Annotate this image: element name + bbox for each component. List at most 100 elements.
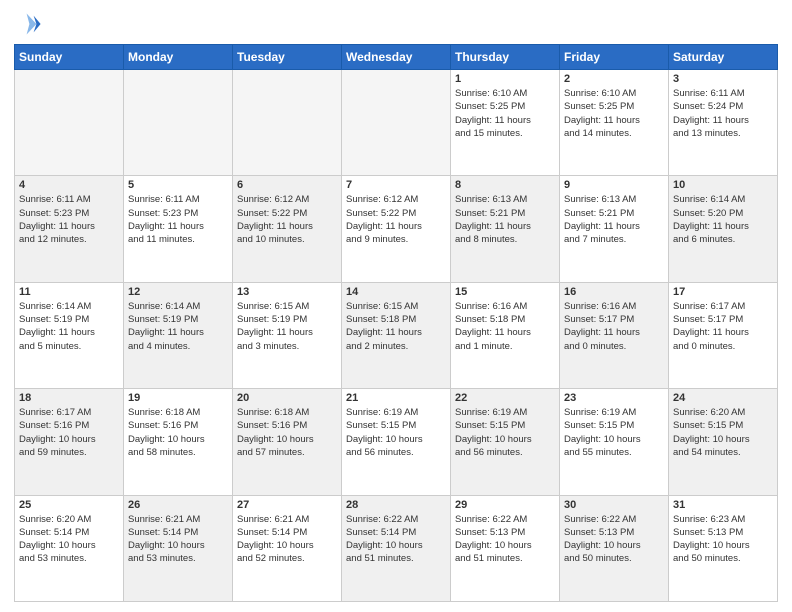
day-info: Sunrise: 6:15 AMSunset: 5:18 PMDaylight:…	[346, 300, 446, 353]
weekday-header-monday: Monday	[124, 45, 233, 70]
day-info: Sunrise: 6:22 AMSunset: 5:14 PMDaylight:…	[346, 513, 446, 566]
calendar-cell: 16Sunrise: 6:16 AMSunset: 5:17 PMDayligh…	[560, 282, 669, 388]
day-number: 15	[455, 286, 555, 298]
calendar-cell	[15, 70, 124, 176]
day-number: 4	[19, 179, 119, 191]
day-number: 18	[19, 392, 119, 404]
calendar-table: SundayMondayTuesdayWednesdayThursdayFrid…	[14, 44, 778, 602]
day-number: 31	[673, 499, 773, 511]
header	[14, 10, 778, 38]
calendar-cell: 20Sunrise: 6:18 AMSunset: 5:16 PMDayligh…	[233, 389, 342, 495]
day-number: 28	[346, 499, 446, 511]
day-number: 14	[346, 286, 446, 298]
calendar-cell: 28 Sunrise: 6:22 AMSunset: 5:14 PMDayligh…	[342, 495, 451, 601]
day-info: Sunrise: 6:14 AMSunset: 5:19 PMDaylight:…	[128, 300, 228, 353]
day-number: 24	[673, 392, 773, 404]
calendar-week-2: 11 Sunrise: 6:14 AMSunset: 5:19 PMDayligh…	[15, 282, 778, 388]
calendar-cell: 12 Sunrise: 6:14 AMSunset: 5:19 PMDayligh…	[124, 282, 233, 388]
calendar-cell: 25 Sunrise: 6:20 AMSunset: 5:14 PMDayligh…	[15, 495, 124, 601]
day-number: 5	[128, 179, 228, 191]
calendar-cell: 3 Sunrise: 6:11 AMSunset: 5:24 PMDaylight…	[669, 70, 778, 176]
day-number: 25	[19, 499, 119, 511]
calendar-week-3: 18 Sunrise: 6:17 AMSunset: 5:16 PMDayligh…	[15, 389, 778, 495]
day-info: Sunrise: 6:16 AMSunset: 5:18 PMDaylight:…	[455, 300, 555, 353]
day-info: Sunrise: 6:20 AMSunset: 5:14 PMDaylight:…	[19, 513, 119, 566]
calendar-cell: 17 Sunrise: 6:17 AMSunset: 5:17 PMDayligh…	[669, 282, 778, 388]
day-info: Sunrise: 6:14 AMSunset: 5:20 PMDaylight:…	[673, 193, 773, 246]
day-number: 21	[346, 392, 446, 404]
day-info: Sunrise: 6:19 AMSunset: 5:15 PMDaylight:…	[455, 406, 555, 459]
calendar-cell: 30Sunrise: 6:22 AMSunset: 5:13 PMDayligh…	[560, 495, 669, 601]
calendar-cell: 14 Sunrise: 6:15 AMSunset: 5:18 PMDayligh…	[342, 282, 451, 388]
day-number: 19	[128, 392, 228, 404]
calendar-cell: 27Sunrise: 6:21 AMSunset: 5:14 PMDayligh…	[233, 495, 342, 601]
day-info: Sunrise: 6:17 AMSunset: 5:17 PMDaylight:…	[673, 300, 773, 353]
calendar-cell: 1Sunrise: 6:10 AMSunset: 5:25 PMDaylight…	[451, 70, 560, 176]
day-info: Sunrise: 6:15 AMSunset: 5:19 PMDaylight:…	[237, 300, 337, 353]
day-info: Sunrise: 6:18 AMSunset: 5:16 PMDaylight:…	[128, 406, 228, 459]
logo	[14, 10, 46, 38]
day-info: Sunrise: 6:21 AMSunset: 5:14 PMDaylight:…	[128, 513, 228, 566]
logo-icon	[14, 10, 42, 38]
day-info: Sunrise: 6:12 AMSunset: 5:22 PMDaylight:…	[346, 193, 446, 246]
day-info: Sunrise: 6:10 AMSunset: 5:25 PMDaylight:…	[564, 87, 664, 140]
day-info: Sunrise: 6:20 AMSunset: 5:15 PMDaylight:…	[673, 406, 773, 459]
page-container: SundayMondayTuesdayWednesdayThursdayFrid…	[0, 0, 792, 612]
day-info: Sunrise: 6:19 AMSunset: 5:15 PMDaylight:…	[346, 406, 446, 459]
day-number: 30	[564, 499, 664, 511]
day-number: 23	[564, 392, 664, 404]
weekday-header-sunday: Sunday	[15, 45, 124, 70]
calendar-cell: 29 Sunrise: 6:22 AMSunset: 5:13 PMDayligh…	[451, 495, 560, 601]
day-number: 2	[564, 73, 664, 85]
calendar-cell: 15 Sunrise: 6:16 AMSunset: 5:18 PMDayligh…	[451, 282, 560, 388]
day-number: 29	[455, 499, 555, 511]
weekday-header-thursday: Thursday	[451, 45, 560, 70]
calendar-cell	[233, 70, 342, 176]
day-info: Sunrise: 6:11 AMSunset: 5:24 PMDaylight:…	[673, 87, 773, 140]
day-number: 20	[237, 392, 337, 404]
calendar-cell	[124, 70, 233, 176]
day-number: 12	[128, 286, 228, 298]
calendar-cell: 18 Sunrise: 6:17 AMSunset: 5:16 PMDayligh…	[15, 389, 124, 495]
day-number: 26	[128, 499, 228, 511]
calendar-cell: 11 Sunrise: 6:14 AMSunset: 5:19 PMDayligh…	[15, 282, 124, 388]
weekday-header-wednesday: Wednesday	[342, 45, 451, 70]
day-number: 1	[455, 73, 555, 85]
day-info: Sunrise: 6:11 AMSunset: 5:23 PMDaylight:…	[19, 193, 119, 246]
day-info: Sunrise: 6:17 AMSunset: 5:16 PMDaylight:…	[19, 406, 119, 459]
day-info: Sunrise: 6:12 AMSunset: 5:22 PMDaylight:…	[237, 193, 337, 246]
day-number: 22	[455, 392, 555, 404]
calendar-cell: 24 Sunrise: 6:20 AMSunset: 5:15 PMDayligh…	[669, 389, 778, 495]
weekday-header-friday: Friday	[560, 45, 669, 70]
day-number: 6	[237, 179, 337, 191]
day-number: 8	[455, 179, 555, 191]
day-number: 7	[346, 179, 446, 191]
calendar-cell: 31 Sunrise: 6:23 AMSunset: 5:13 PMDayligh…	[669, 495, 778, 601]
day-number: 9	[564, 179, 664, 191]
calendar-cell: 6 Sunrise: 6:12 AMSunset: 5:22 PMDaylight…	[233, 176, 342, 282]
weekday-header-row: SundayMondayTuesdayWednesdayThursdayFrid…	[15, 45, 778, 70]
calendar-cell: 7 Sunrise: 6:12 AMSunset: 5:22 PMDaylight…	[342, 176, 451, 282]
calendar-cell: 5Sunrise: 6:11 AMSunset: 5:23 PMDaylight…	[124, 176, 233, 282]
calendar-week-0: 1 Sunrise: 6:10 AMSunset: 5:25 PMDaylight…	[15, 70, 778, 176]
calendar-week-1: 4 Sunrise: 6:11 AMSunset: 5:23 PMDaylight…	[15, 176, 778, 282]
calendar-cell: 4 Sunrise: 6:11 AMSunset: 5:23 PMDaylight…	[15, 176, 124, 282]
calendar-cell: 19 Sunrise: 6:18 AMSunset: 5:16 PMDayligh…	[124, 389, 233, 495]
day-number: 27	[237, 499, 337, 511]
day-number: 11	[19, 286, 119, 298]
calendar-cell: 13Sunrise: 6:15 AMSunset: 5:19 PMDayligh…	[233, 282, 342, 388]
calendar-week-4: 25 Sunrise: 6:20 AMSunset: 5:14 PMDayligh…	[15, 495, 778, 601]
calendar-cell: 22 Sunrise: 6:19 AMSunset: 5:15 PMDayligh…	[451, 389, 560, 495]
calendar-cell: 8 Sunrise: 6:13 AMSunset: 5:21 PMDaylight…	[451, 176, 560, 282]
day-info: Sunrise: 6:13 AMSunset: 5:21 PMDaylight:…	[455, 193, 555, 246]
weekday-header-tuesday: Tuesday	[233, 45, 342, 70]
day-number: 3	[673, 73, 773, 85]
day-info: Sunrise: 6:22 AMSunset: 5:13 PMDaylight:…	[455, 513, 555, 566]
day-info: Sunrise: 6:14 AMSunset: 5:19 PMDaylight:…	[19, 300, 119, 353]
day-number: 17	[673, 286, 773, 298]
weekday-header-saturday: Saturday	[669, 45, 778, 70]
day-info: Sunrise: 6:23 AMSunset: 5:13 PMDaylight:…	[673, 513, 773, 566]
day-number: 10	[673, 179, 773, 191]
calendar-cell: 2 Sunrise: 6:10 AMSunset: 5:25 PMDaylight…	[560, 70, 669, 176]
day-info: Sunrise: 6:19 AMSunset: 5:15 PMDaylight:…	[564, 406, 664, 459]
